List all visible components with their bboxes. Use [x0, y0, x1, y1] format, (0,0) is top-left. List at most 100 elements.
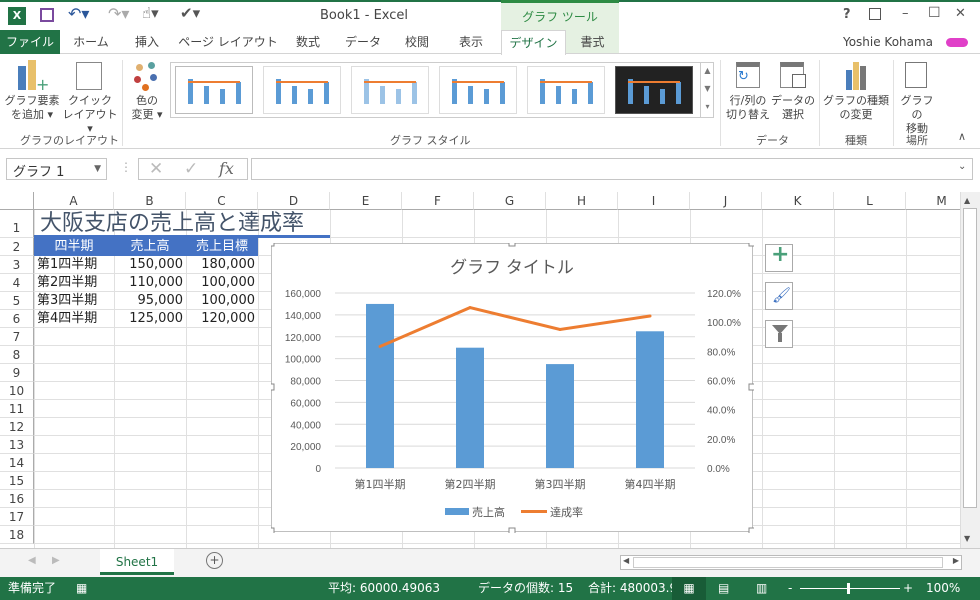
row-header-13[interactable]: 13 — [0, 436, 34, 454]
resize-handle[interactable] — [748, 243, 754, 247]
scroll-left-icon[interactable]: ◀ — [623, 556, 629, 565]
table-cell[interactable]: 180,000 — [186, 256, 258, 274]
maximize-button[interactable]: ☐ — [928, 5, 941, 21]
table-cell[interactable]: 120,000 — [186, 310, 258, 328]
row-header-8[interactable]: 8 — [0, 346, 34, 364]
chart-style-6[interactable] — [615, 66, 693, 114]
change-chart-type-button[interactable]: グラフの種類 の変更 — [822, 60, 890, 122]
scroll-up-icon[interactable]: ▲ — [964, 196, 970, 205]
add-chart-element-button[interactable]: + グラフ要素 を追加 ▾ — [4, 60, 60, 122]
table-cell[interactable]: 第2四半期 — [34, 274, 114, 292]
row-header-5[interactable]: 5 — [0, 292, 34, 310]
vertical-scrollbar[interactable]: ▲ ▼ — [960, 192, 980, 548]
line-point[interactable] — [378, 345, 382, 349]
table-cell[interactable]: 95,000 — [114, 292, 186, 310]
redo-icon[interactable]: ↷▾ — [108, 4, 129, 23]
row-header-10[interactable]: 10 — [0, 382, 34, 400]
row-header-15[interactable]: 15 — [0, 472, 34, 490]
next-sheet-icon[interactable]: ▶ — [52, 555, 60, 566]
column-header-H[interactable]: H — [546, 192, 618, 210]
zoom-out-icon[interactable]: - — [788, 577, 792, 600]
ribbon-display-button[interactable] — [869, 8, 881, 20]
bar-第1四半期[interactable] — [366, 303, 394, 468]
column-header-E[interactable]: E — [330, 192, 402, 210]
scroll-down-icon[interactable]: ▼ — [964, 534, 970, 543]
row-header-17[interactable]: 17 — [0, 508, 34, 526]
table-cell[interactable]: 第4四半期 — [34, 310, 114, 328]
gallery-scroll[interactable]: ▲ ▼ ▾ — [700, 62, 714, 118]
collapse-ribbon-icon[interactable]: ∧ — [958, 130, 966, 143]
save-icon[interactable] — [40, 8, 54, 22]
row-header-1[interactable]: 1 — [0, 210, 34, 238]
zoom-in-icon[interactable]: + — [903, 577, 913, 600]
user-name[interactable]: Yoshie Kohama — [838, 30, 938, 54]
tab-format[interactable]: 書式 — [566, 30, 619, 54]
cancel-icon[interactable]: ✕ — [149, 159, 163, 179]
resize-handle[interactable] — [748, 527, 754, 533]
change-colors-button[interactable]: 色の 変更 ▾ — [126, 60, 168, 122]
page-layout-view-icon[interactable]: ▤ — [718, 577, 729, 600]
tab-view[interactable]: 表示 — [446, 30, 496, 54]
tab-home[interactable]: ホーム — [64, 30, 118, 54]
scroll-thumb[interactable] — [963, 208, 977, 508]
add-sheet-icon[interactable]: + — [206, 552, 223, 569]
row-header-9[interactable]: 9 — [0, 364, 34, 382]
table-header-cell[interactable]: 売上目標 — [186, 238, 258, 256]
insert-function-icon[interactable]: fx — [219, 159, 234, 178]
line-point[interactable] — [558, 327, 562, 331]
resize-handle[interactable] — [271, 243, 275, 247]
table-header-cell[interactable]: 四半期 — [34, 238, 114, 256]
horizontal-scrollbar[interactable]: ◀ ▶ — [620, 555, 962, 570]
column-header-B[interactable]: B — [114, 192, 186, 210]
page-break-view-icon[interactable]: ▥ — [756, 577, 767, 600]
column-header-F[interactable]: F — [402, 192, 474, 210]
select-data-button[interactable]: データの 選択 — [770, 60, 816, 122]
table-cell[interactable]: 110,000 — [114, 274, 186, 292]
row-header-16[interactable]: 16 — [0, 490, 34, 508]
row-header-4[interactable]: 4 — [0, 274, 34, 292]
touch-mode-icon[interactable]: ☝▾ — [142, 4, 159, 22]
column-header-C[interactable]: C — [186, 192, 258, 210]
row-header-3[interactable]: 3 — [0, 256, 34, 274]
row-header-14[interactable]: 14 — [0, 454, 34, 472]
switch-row-column-button[interactable]: ↻ 行/列の 切り替え — [724, 60, 772, 122]
resize-handle[interactable] — [271, 527, 275, 533]
hscroll-thumb[interactable] — [633, 557, 943, 568]
user-avatar-icon[interactable] — [946, 38, 968, 47]
chart-style-1[interactable] — [175, 66, 253, 114]
table-cell[interactable]: 第3四半期 — [34, 292, 114, 310]
column-header-I[interactable]: I — [618, 192, 690, 210]
chart-area[interactable] — [271, 243, 753, 532]
zoom-slider[interactable] — [800, 588, 900, 589]
tab-review[interactable]: 校閲 — [394, 30, 440, 54]
help-button[interactable]: ? — [843, 7, 851, 22]
tab-file[interactable]: ファイル — [0, 30, 60, 54]
table-cell[interactable]: 125,000 — [114, 310, 186, 328]
macro-record-icon[interactable]: ▦ — [76, 577, 87, 600]
zoom-level[interactable]: 100% — [926, 577, 960, 600]
row-header-6[interactable]: 6 — [0, 310, 34, 328]
resize-handle[interactable] — [508, 243, 516, 247]
enter-icon[interactable]: ✓ — [184, 159, 198, 179]
chart-filters-button[interactable] — [765, 320, 793, 348]
chart-elements-button[interactable]: + — [765, 242, 793, 272]
column-header-L[interactable]: L — [834, 192, 906, 210]
prev-sheet-icon[interactable]: ◀ — [28, 555, 36, 566]
bar-第2四半期[interactable] — [456, 347, 484, 468]
formula-input[interactable] — [251, 158, 973, 180]
row-header-18[interactable]: 18 — [0, 526, 34, 544]
chart-styles-button[interactable]: 🖌 — [765, 282, 793, 310]
bar-第3四半期[interactable] — [546, 364, 574, 468]
row-header-11[interactable]: 11 — [0, 400, 34, 418]
column-header-J[interactable]: J — [690, 192, 762, 210]
column-header-M[interactable]: M — [906, 192, 960, 210]
table-cell[interactable]: 100,000 — [186, 292, 258, 310]
scroll-right-icon[interactable]: ▶ — [953, 556, 959, 565]
minimize-button[interactable]: – — [902, 6, 909, 21]
quick-layout-button[interactable]: クイック レイアウト ▾ — [62, 60, 118, 136]
column-header-K[interactable]: K — [762, 192, 834, 210]
bar-第4四半期[interactable] — [636, 331, 664, 468]
chart-style-3[interactable] — [351, 66, 429, 114]
select-all-corner[interactable] — [0, 192, 34, 210]
line-point[interactable] — [468, 306, 472, 310]
